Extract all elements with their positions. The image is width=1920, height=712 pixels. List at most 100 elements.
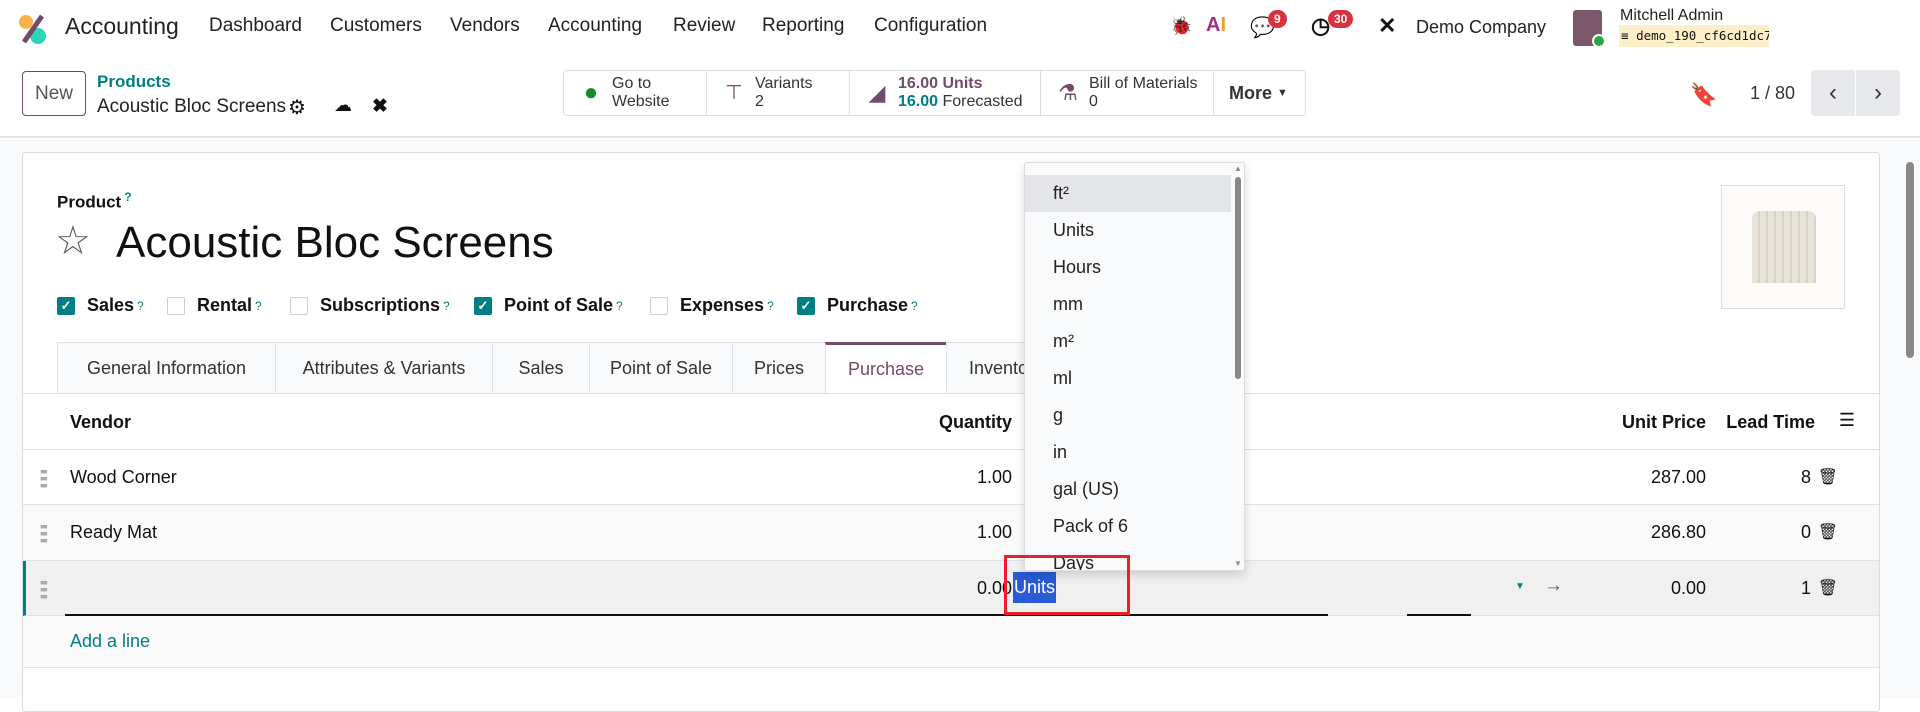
header-vendor[interactable]: Vendor	[70, 412, 131, 433]
more-label: More	[1229, 83, 1273, 103]
new-button[interactable]: New	[22, 71, 86, 116]
uom-option[interactable]: ml	[1025, 360, 1231, 397]
dropdown-scrollbar-thumb[interactable]	[1235, 177, 1241, 379]
product-image-screen	[1752, 211, 1816, 283]
dropdown-scrollbar[interactable]: ▲ ▼	[1232, 163, 1244, 570]
ai-icon[interactable]: AI	[1206, 14, 1226, 37]
quantity-cell[interactable]: 1.00	[977, 467, 1012, 488]
discard-x-icon[interactable]: ✖	[372, 95, 388, 118]
go-to-website-button[interactable]: ● Go to Website	[563, 70, 707, 116]
globe-icon: ●	[583, 79, 599, 106]
page-scrollbar-thumb[interactable]	[1906, 162, 1914, 358]
checkbox-box[interactable]: ✓	[57, 296, 75, 315]
variants-button[interactable]: ⊤ Variants 2	[706, 70, 850, 116]
uom-option[interactable]: m²	[1025, 323, 1231, 360]
drag-handle-icon[interactable]: ▪▪ ▪▪ ▪▪	[40, 575, 48, 603]
menu-customers[interactable]: Customers	[330, 15, 422, 37]
tab-prices[interactable]: Prices	[732, 342, 826, 394]
product-name-field[interactable]: Acoustic Bloc Screens	[116, 218, 554, 268]
table-header: Vendor Quantity Unit Price Lead Time ☰	[23, 394, 1879, 450]
trash-icon[interactable]: 🗑	[1818, 522, 1838, 542]
debug-bug-icon[interactable]: 🐞	[1170, 16, 1192, 37]
uom-option[interactable]: ft²	[1025, 175, 1231, 212]
more-button[interactable]: More ▼	[1213, 70, 1306, 116]
checkbox-box[interactable]: ✓	[797, 296, 815, 315]
uom-option[interactable]: Units	[1025, 212, 1231, 249]
tools-icon[interactable]: ✕	[1378, 13, 1396, 39]
menu-reporting[interactable]: Reporting	[762, 15, 844, 37]
tab-attributes-variants[interactable]: Attributes & Variants	[275, 342, 493, 394]
breadcrumb-products[interactable]: Products	[97, 72, 171, 92]
menu-review[interactable]: Review	[673, 15, 735, 37]
drag-handle-icon[interactable]: ▪▪ ▪▪ ▪▪	[40, 464, 48, 492]
checkbox-box[interactable]: ✓	[474, 296, 492, 315]
tab-sales[interactable]: Sales	[492, 342, 590, 394]
checkbox-box[interactable]	[167, 296, 185, 315]
activities-badge: 30	[1328, 10, 1354, 28]
internal-link-arrow-icon[interactable]: →	[1544, 575, 1563, 597]
uom-option[interactable]: mm	[1025, 286, 1231, 323]
trash-icon[interactable]: 🗑	[1818, 467, 1838, 487]
cloud-save-icon[interactable]: ☁	[334, 95, 352, 116]
gear-icon[interactable]: ⚙	[288, 95, 306, 120]
vendor-cell[interactable]: Wood Corner	[70, 467, 177, 488]
uom-dropdown[interactable]: ft² Units Hours mm m² ml g in gal (US) P…	[1024, 162, 1245, 571]
lead-time-cell[interactable]: 8	[1801, 467, 1811, 488]
menu-accounting[interactable]: Accounting	[548, 15, 642, 37]
menu-configuration[interactable]: Configuration	[874, 15, 987, 37]
checkbox-subscriptions[interactable]: Subscriptions?	[290, 295, 450, 316]
table-row-editing[interactable]: ▪▪ ▪▪ ▪▪ 0.00 Units ▼ → 0.00 1 🗑	[23, 561, 1879, 616]
table-row[interactable]: ▪▪ ▪▪ ▪▪ Ready Mat 1.00 286.80 0 🗑	[23, 505, 1879, 561]
header-unit-price[interactable]: Unit Price	[1622, 412, 1706, 433]
checkbox-point-of-sale[interactable]: ✓ Point of Sale?	[474, 295, 623, 316]
scroll-up-arrow-icon[interactable]: ▲	[1234, 164, 1242, 173]
quantity-cell[interactable]: 1.00	[977, 522, 1012, 543]
favorite-star-icon[interactable]: ☆	[55, 218, 91, 264]
page-scrollbar[interactable]	[1905, 145, 1915, 699]
avatar[interactable]	[1573, 10, 1606, 48]
header-lead-time[interactable]: Lead Time	[1726, 412, 1815, 433]
uom-option[interactable]: Pack of 6	[1025, 508, 1231, 545]
checkbox-purchase[interactable]: ✓ Purchase?	[797, 295, 918, 316]
add-a-line-link[interactable]: Add a line	[70, 631, 150, 652]
uom-option[interactable]: g	[1025, 397, 1231, 434]
pager-previous-button[interactable]: ‹	[1811, 70, 1855, 116]
checkbox-rental[interactable]: Rental?	[167, 295, 262, 316]
product-image[interactable]	[1721, 185, 1845, 309]
checkbox-sales[interactable]: ✓ Sales?	[57, 295, 144, 316]
company-switcher[interactable]: Demo Company	[1416, 17, 1546, 38]
checkbox-expenses[interactable]: Expenses?	[650, 295, 774, 316]
breadcrumb-current: Acoustic Bloc Screens	[97, 96, 287, 117]
header-quantity[interactable]: Quantity	[939, 412, 1012, 433]
uom-caret-down-icon[interactable]: ▼	[1515, 581, 1525, 592]
checkbox-box[interactable]	[650, 296, 668, 315]
table-row[interactable]: ▪▪ ▪▪ ▪▪ Wood Corner 1.00 287.00 8 🗑	[23, 450, 1879, 505]
checkbox-box[interactable]	[290, 296, 308, 315]
app-name[interactable]: Accounting	[65, 13, 179, 40]
optional-columns-sliders-icon[interactable]: ☰	[1839, 410, 1855, 431]
user-name[interactable]: Mitchell Admin	[1620, 7, 1723, 25]
lead-time-cell[interactable]: 0	[1801, 522, 1811, 543]
unit-price-cell[interactable]: 286.80	[1651, 522, 1706, 543]
tab-point-of-sale[interactable]: Point of Sale	[589, 342, 733, 394]
trash-icon[interactable]: 🗑	[1818, 578, 1838, 598]
uom-option[interactable]: gal (US)	[1025, 471, 1231, 508]
app-logo-icon[interactable]	[18, 14, 50, 44]
uom-option[interactable]: in	[1025, 434, 1231, 471]
drag-handle-icon[interactable]: ▪▪ ▪▪ ▪▪	[40, 519, 48, 547]
lead-time-input[interactable]: 1	[1801, 578, 1811, 599]
bookmark-icon[interactable]: 🔖	[1690, 82, 1717, 108]
bill-of-materials-button[interactable]: ⚗ Bill of Materials 0	[1040, 70, 1214, 116]
unit-price-cell[interactable]: 287.00	[1651, 467, 1706, 488]
menu-vendors[interactable]: Vendors	[450, 15, 520, 37]
tab-general-information[interactable]: General Information	[57, 342, 276, 394]
uom-option[interactable]: Hours	[1025, 249, 1231, 286]
pager-value[interactable]: 1 / 80	[1750, 83, 1795, 104]
tab-purchase[interactable]: Purchase	[825, 342, 947, 394]
unit-price-input[interactable]: 0.00	[1671, 578, 1706, 599]
forecast-button[interactable]: ◢ 16.00 Units 16.00 Forecasted	[849, 70, 1041, 116]
scroll-down-arrow-icon[interactable]: ▼	[1234, 559, 1242, 568]
vendor-cell[interactable]: Ready Mat	[70, 522, 157, 543]
pager-next-button[interactable]: ›	[1856, 70, 1900, 116]
menu-dashboard[interactable]: Dashboard	[209, 15, 302, 37]
